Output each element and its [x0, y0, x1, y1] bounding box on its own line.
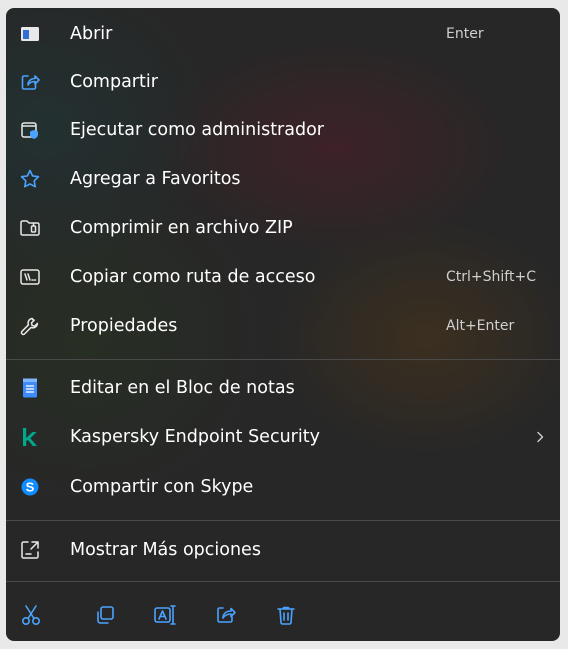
svg-text:S: S: [26, 480, 35, 495]
skype-icon: S: [18, 475, 42, 499]
window-icon: [18, 22, 42, 46]
menu-item-label: Mostrar Más opciones: [70, 540, 261, 560]
menu-item-abrir[interactable]: Abrir Enter: [6, 10, 560, 58]
menu-item-shortcut: Ctrl+Shift+C: [446, 269, 536, 285]
menu-item-copiar-ruta[interactable]: Copiar como ruta de acceso Ctrl+Shift+C: [6, 253, 560, 301]
menu-item-label: Ejecutar como administrador: [70, 120, 324, 140]
menu-item-ejecutar-admin[interactable]: Ejecutar como administrador: [6, 106, 560, 154]
context-menu: Abrir Enter Compartir Ejecutar como admi…: [6, 8, 560, 641]
menu-item-label: Abrir: [70, 24, 113, 44]
chevron-right-icon: [537, 431, 544, 443]
menu-item-shortcut: Alt+Enter: [446, 318, 515, 334]
menu-item-label: Agregar a Favoritos: [70, 169, 241, 189]
menu-item-label: Comprimir en archivo ZIP: [70, 218, 293, 238]
quick-action-bar: [6, 592, 560, 638]
menu-item-propiedades[interactable]: Propiedades Alt+Enter: [6, 302, 560, 350]
star-icon: [18, 167, 42, 191]
cut-icon[interactable]: [18, 602, 44, 628]
menu-item-label: Compartir: [70, 72, 158, 92]
menu-item-compartir[interactable]: Compartir: [6, 58, 560, 106]
menu-item-favoritos[interactable]: Agregar a Favoritos: [6, 155, 560, 203]
more-options-icon: [18, 538, 42, 562]
menu-item-label: Propiedades: [70, 316, 178, 336]
menu-item-shortcut: Enter: [446, 26, 484, 42]
zip-folder-icon: [18, 216, 42, 240]
delete-icon[interactable]: [273, 602, 299, 628]
rename-icon[interactable]: [152, 602, 178, 628]
menu-item-skype[interactable]: S Compartir con Skype: [6, 463, 560, 511]
menu-separator: [6, 520, 560, 521]
menu-item-bloc-de-notas[interactable]: Editar en el Bloc de notas: [6, 364, 560, 412]
menu-item-label: Compartir con Skype: [70, 477, 254, 497]
path-copy-icon: [18, 265, 42, 289]
kaspersky-icon: [18, 425, 42, 449]
shield-admin-icon: [18, 118, 42, 142]
menu-item-label: Editar en el Bloc de notas: [70, 378, 295, 398]
menu-item-mas-opciones[interactable]: Mostrar Más opciones: [6, 526, 560, 574]
wrench-icon: [18, 314, 42, 338]
menu-item-comprimir-zip[interactable]: Comprimir en archivo ZIP: [6, 204, 560, 252]
copy-icon[interactable]: [92, 602, 118, 628]
share-icon: [18, 70, 42, 94]
notepad-icon: [18, 376, 42, 400]
menu-item-kaspersky[interactable]: Kaspersky Endpoint Security: [6, 413, 560, 461]
share-icon[interactable]: [213, 602, 239, 628]
menu-separator: [6, 359, 560, 360]
menu-item-label: Kaspersky Endpoint Security: [70, 427, 320, 447]
menu-item-label: Copiar como ruta de acceso: [70, 267, 316, 287]
menu-separator: [6, 581, 560, 582]
